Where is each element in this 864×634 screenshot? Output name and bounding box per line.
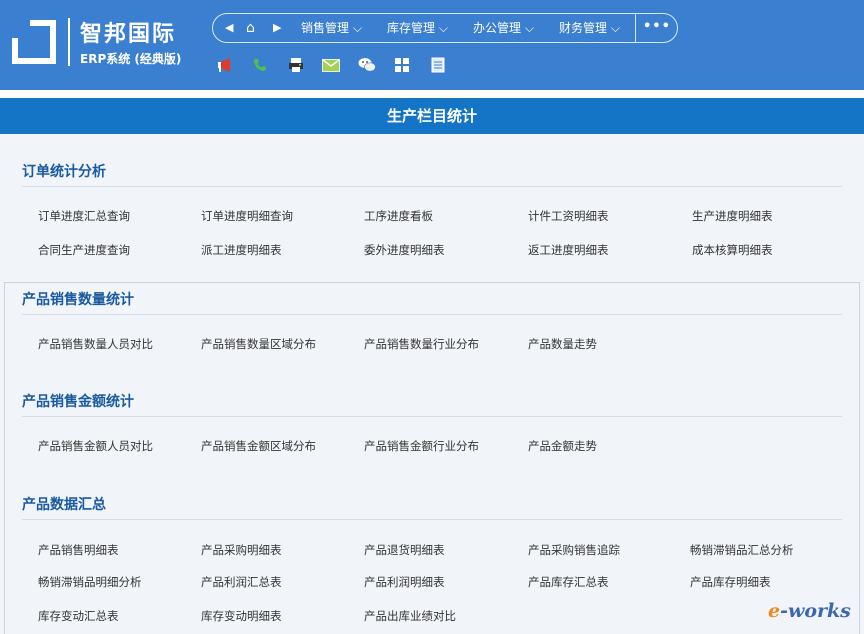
more-menu-button[interactable]: ••• [643,14,671,42]
report-link[interactable]: 产品利润明细表 [364,574,445,590]
report-link[interactable]: 产品销售金额区域分布 [201,438,316,454]
report-link[interactable]: 畅销滞销品明细分析 [38,574,142,590]
section-divider [22,186,842,187]
report-link[interactable]: 委外进度明细表 [364,242,445,258]
section-title-product-data: 产品数据汇总 [22,497,106,513]
nav-menu-inventory[interactable]: 库存管理 ⌵ [387,14,448,42]
report-link[interactable]: 产品销售数量行业分布 [364,336,479,352]
report-link[interactable]: 订单进度明细查询 [201,208,293,224]
chevron-down-icon: ⌵ [524,21,534,35]
report-link[interactable]: 成本核算明细表 [692,242,773,258]
logo-subtitle: ERP系统 (经典版) [80,52,182,66]
notes-icon[interactable] [429,56,447,74]
report-link[interactable]: 计件工资明细表 [528,208,609,224]
report-link[interactable]: 产品采购销售追踪 [528,542,620,558]
report-link[interactable]: 工序进度看板 [364,208,433,224]
wechat-icon[interactable] [358,56,376,74]
grid-icon[interactable] [393,56,411,74]
caret-right-icon[interactable]: ▶ [273,14,281,42]
logo-icon [12,20,56,64]
report-link[interactable]: 产品库存汇总表 [528,574,609,590]
nav-menu-finance[interactable]: 财务管理 ⌵ [559,14,620,42]
report-link[interactable]: 产品销售金额行业分布 [364,438,479,454]
section-divider [22,314,842,315]
chevron-down-icon: ⌵ [610,21,620,35]
section-divider [22,519,842,520]
e-works-watermark: e-works [768,600,851,622]
logo-divider [68,18,70,66]
report-link[interactable]: 畅销滞销品汇总分析 [690,542,794,558]
section-title-sales-amount: 产品销售金额统计 [22,394,134,410]
report-link[interactable]: 产品销售金额人员对比 [38,438,153,454]
section-title-sales-qty: 产品销售数量统计 [22,292,134,308]
report-link[interactable]: 订单进度汇总查询 [38,208,130,224]
report-link[interactable]: 产品利润汇总表 [201,574,282,590]
nav-divider [635,14,636,42]
report-link[interactable]: 产品采购明细表 [201,542,282,558]
report-link[interactable]: 库存变动明细表 [201,608,282,624]
report-link[interactable]: 产品库存明细表 [690,574,771,590]
chevron-down-icon: ⌵ [438,21,448,35]
phone-icon[interactable] [251,56,269,74]
mail-icon[interactable] [322,56,340,74]
report-link[interactable]: 产品金额走势 [528,438,597,454]
report-link[interactable]: 派工进度明细表 [201,242,282,258]
section-divider [22,416,842,417]
app-header: 智邦国际 ERP系统 (经典版) ◀ ⌂ ▶ 销售管理 ⌵ 库存管理 ⌵ 办公管… [0,0,864,90]
logo-title: 智邦国际 [80,22,177,47]
nav-menu-sales[interactable]: 销售管理 ⌵ [301,14,362,42]
printer-icon[interactable] [287,56,305,74]
report-link[interactable]: 库存变动汇总表 [38,608,119,624]
header-gap [0,90,864,98]
page-title: 生产栏目统计 [0,98,864,134]
report-link[interactable]: 产品销售明细表 [38,542,119,558]
nav-menu-office[interactable]: 办公管理 ⌵ [473,14,534,42]
megaphone-icon[interactable] [216,56,234,74]
report-link[interactable]: 产品退货明细表 [364,542,445,558]
report-link[interactable]: 产品出库业绩对比 [364,608,456,624]
section-title-order: 订单统计分析 [22,164,106,180]
caret-left-icon[interactable]: ◀ [225,14,233,42]
chevron-down-icon: ⌵ [352,21,362,35]
home-icon[interactable]: ⌂ [246,14,255,42]
report-link[interactable]: 生产进度明细表 [692,208,773,224]
report-link[interactable]: 合同生产进度查询 [38,242,130,258]
report-link[interactable]: 返工进度明细表 [528,242,609,258]
report-link[interactable]: 产品销售数量区域分布 [201,336,316,352]
report-link[interactable]: 产品数量走势 [528,336,597,352]
top-nav: ◀ ⌂ ▶ 销售管理 ⌵ 库存管理 ⌵ 办公管理 ⌵ 财务管理 ⌵ ••• [212,13,678,43]
report-link[interactable]: 产品销售数量人员对比 [38,336,153,352]
